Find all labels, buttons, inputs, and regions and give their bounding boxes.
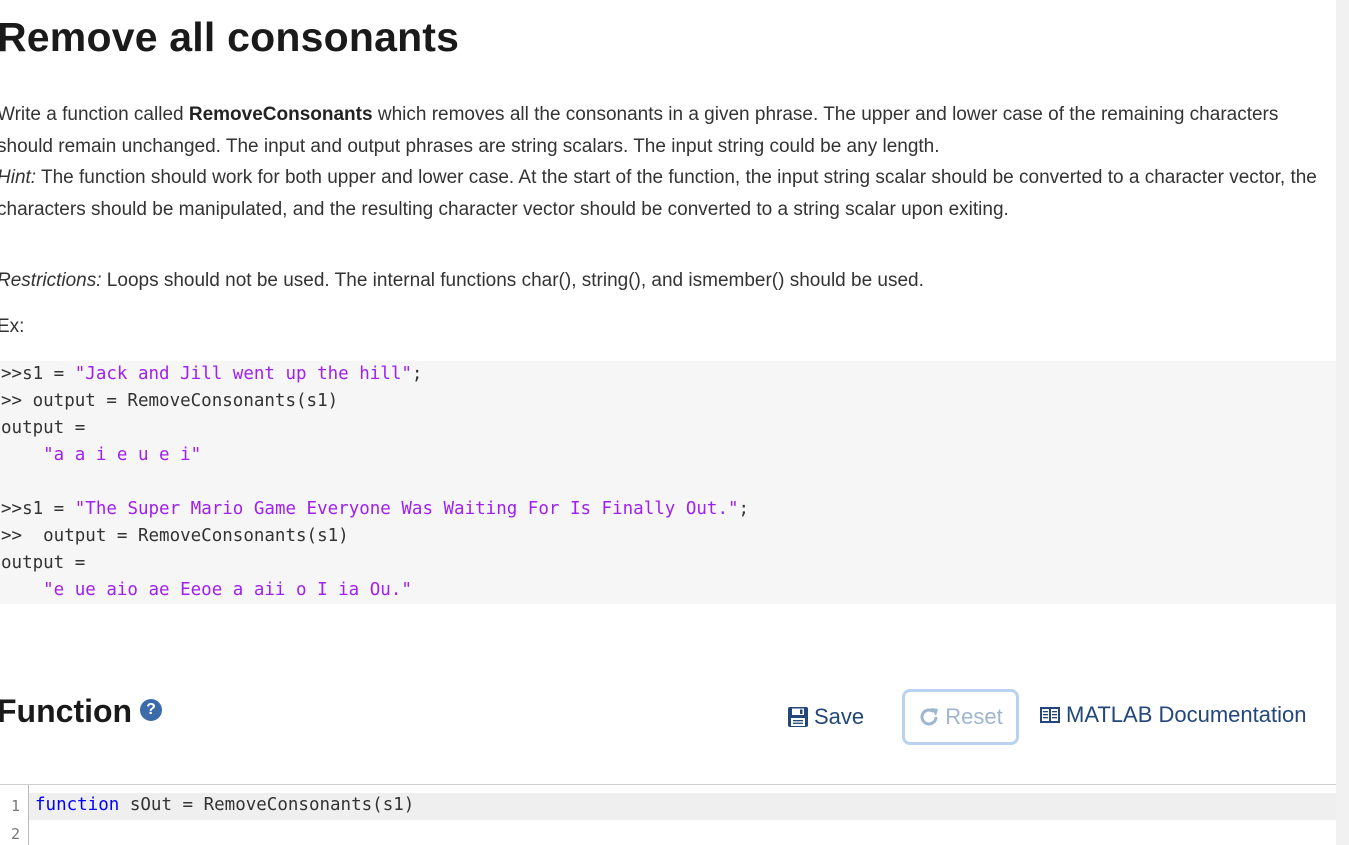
code-line: >>s1 = "The Super Mario Game Everyone Wa… <box>1 499 749 519</box>
hint-text: The function should work for both upper … <box>0 167 1317 220</box>
code-string: "Jack and Jill went up the hill" <box>74 364 412 384</box>
reset-button[interactable]: Reset <box>902 689 1019 745</box>
scrollbar-track[interactable] <box>1336 0 1349 845</box>
function-name: RemoveConsonants <box>188 104 373 125</box>
matlab-documentation-link[interactable]: MATLAB Documentation <box>1039 700 1306 730</box>
page: Remove all consonants Write a function c… <box>0 0 1336 845</box>
help-icon[interactable]: ? <box>140 699 162 721</box>
restrictions-label: Restrictions: <box>0 270 102 291</box>
code-line: >> output = RemoveConsonants(s1) <box>1 391 339 411</box>
code-line: output = <box>1 553 86 573</box>
hint-label: Hint: <box>0 167 37 188</box>
book-icon <box>1040 707 1060 723</box>
example-code-block: >>s1 = "Jack and Jill went up the hill";… <box>0 361 1336 604</box>
save-label: Save <box>814 704 865 729</box>
code-line: >>s1 = "Jack and Jill went up the hill"; <box>1 364 422 384</box>
keyword: function <box>35 795 120 815</box>
line-number-gutter: 1 2 <box>0 785 29 845</box>
code-text: ; <box>738 499 750 519</box>
doc-label: MATLAB Documentation <box>1066 702 1307 727</box>
code-text: >>s1 = <box>1 499 75 519</box>
code-line: >> output = RemoveConsonants(s1) <box>1 526 349 546</box>
refresh-icon <box>920 708 939 726</box>
code-line: "a a i e u e i" <box>1 445 202 465</box>
desc-text-1: Write a function called <box>0 104 189 125</box>
line-number: 2 <box>10 825 20 843</box>
restrictions: Restrictions: Loops should not be used. … <box>0 270 924 292</box>
example-label: Ex: <box>0 316 25 337</box>
save-button[interactable]: Save <box>787 702 864 732</box>
problem-title: Remove all consonants <box>0 14 460 60</box>
code-editor[interactable]: 1 2 function sOut = RemoveConsonants(s1) <box>0 784 1336 845</box>
code-text: ; <box>411 364 423 384</box>
code-line: "e ue aio ae Eeoe a aii o I ia Ou." <box>1 580 412 600</box>
problem-description: Write a function called RemoveConsonants… <box>0 99 1327 225</box>
restrictions-text: Loops should not be used. The internal f… <box>101 270 924 291</box>
function-section-title: Function <box>0 693 133 729</box>
code-text: sOut = RemoveConsonants(s1) <box>119 795 415 815</box>
line-number: 1 <box>10 797 20 815</box>
code-string: "The Super Mario Game Everyone Was Waiti… <box>74 499 739 519</box>
editor-line-1[interactable]: function sOut = RemoveConsonants(s1) <box>35 795 414 815</box>
floppy-disk-icon <box>788 707 808 727</box>
code-line: output = <box>1 418 86 438</box>
code-text: >>s1 = <box>1 364 75 384</box>
reset-label: Reset <box>945 704 1003 729</box>
